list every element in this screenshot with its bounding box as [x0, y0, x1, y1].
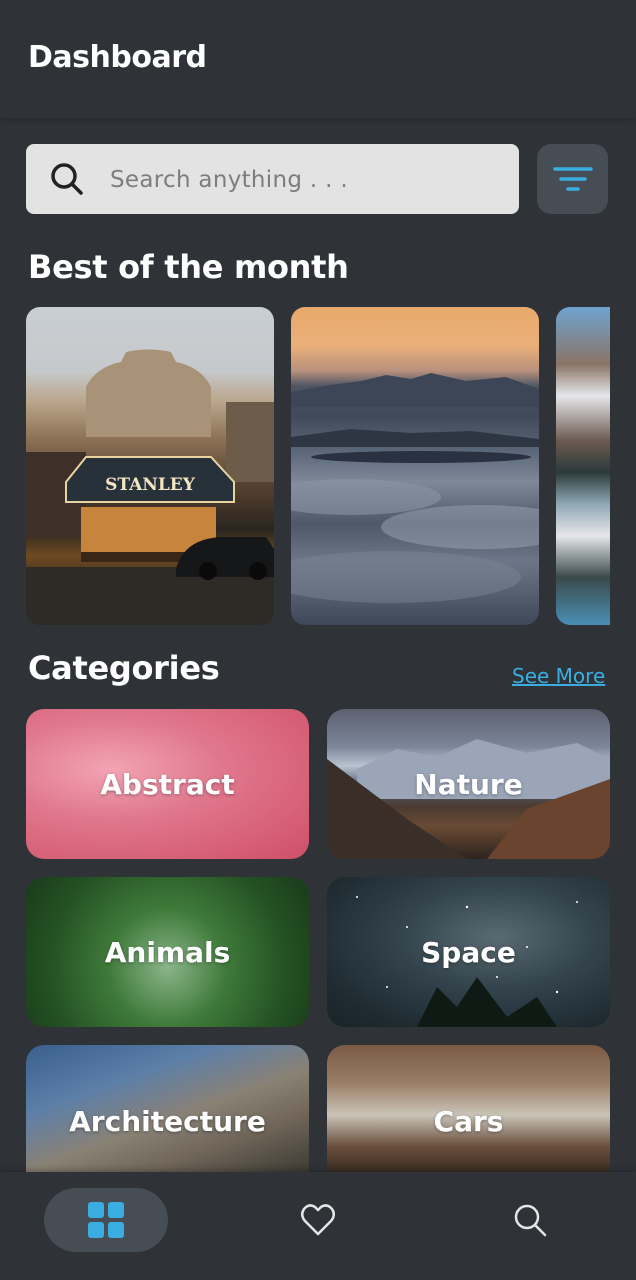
category-card-architecture[interactable]: Architecture	[26, 1045, 309, 1172]
heart-icon	[301, 1204, 335, 1236]
featured-card-clouds[interactable]	[291, 307, 539, 625]
category-card-abstract[interactable]: Abstract	[26, 709, 309, 859]
page-title: Dashboard	[28, 40, 207, 75]
search-input[interactable]	[108, 144, 512, 216]
nav-home[interactable]	[44, 1188, 168, 1252]
category-label: Nature	[414, 767, 523, 801]
category-label: Architecture	[69, 1104, 266, 1138]
categories-title: Categories	[28, 649, 220, 687]
grid-icon	[88, 1202, 124, 1238]
featured-card-mountain[interactable]	[556, 307, 610, 625]
search-icon	[514, 1204, 547, 1237]
see-more-link[interactable]: See More	[512, 664, 605, 688]
featured-card-theatre[interactable]: STANLEY	[26, 307, 274, 625]
app-header: Dashboard	[0, 0, 636, 118]
category-label: Space	[421, 935, 516, 969]
category-card-nature[interactable]: Nature	[327, 709, 610, 859]
category-label: Abstract	[100, 767, 235, 801]
bottom-nav	[0, 1172, 636, 1280]
filter-button[interactable]	[537, 144, 608, 214]
search-icon	[51, 163, 83, 195]
filter-icon	[553, 167, 593, 191]
clouds-image	[291, 373, 539, 603]
nav-favorites[interactable]	[256, 1188, 380, 1252]
category-label: Animals	[104, 935, 231, 969]
svg-text:STANLEY: STANLEY	[105, 475, 196, 495]
search-box[interactable]	[26, 144, 519, 216]
category-label: Cars	[433, 1104, 504, 1138]
category-card-cars[interactable]: Cars	[327, 1045, 610, 1172]
best-of-month-title: Best of the month	[28, 248, 349, 286]
nav-search[interactable]	[468, 1188, 592, 1252]
theatre-image: STANLEY	[26, 349, 274, 625]
category-card-animals[interactable]: Animals	[26, 877, 309, 1027]
category-card-space[interactable]: Space	[327, 877, 610, 1027]
